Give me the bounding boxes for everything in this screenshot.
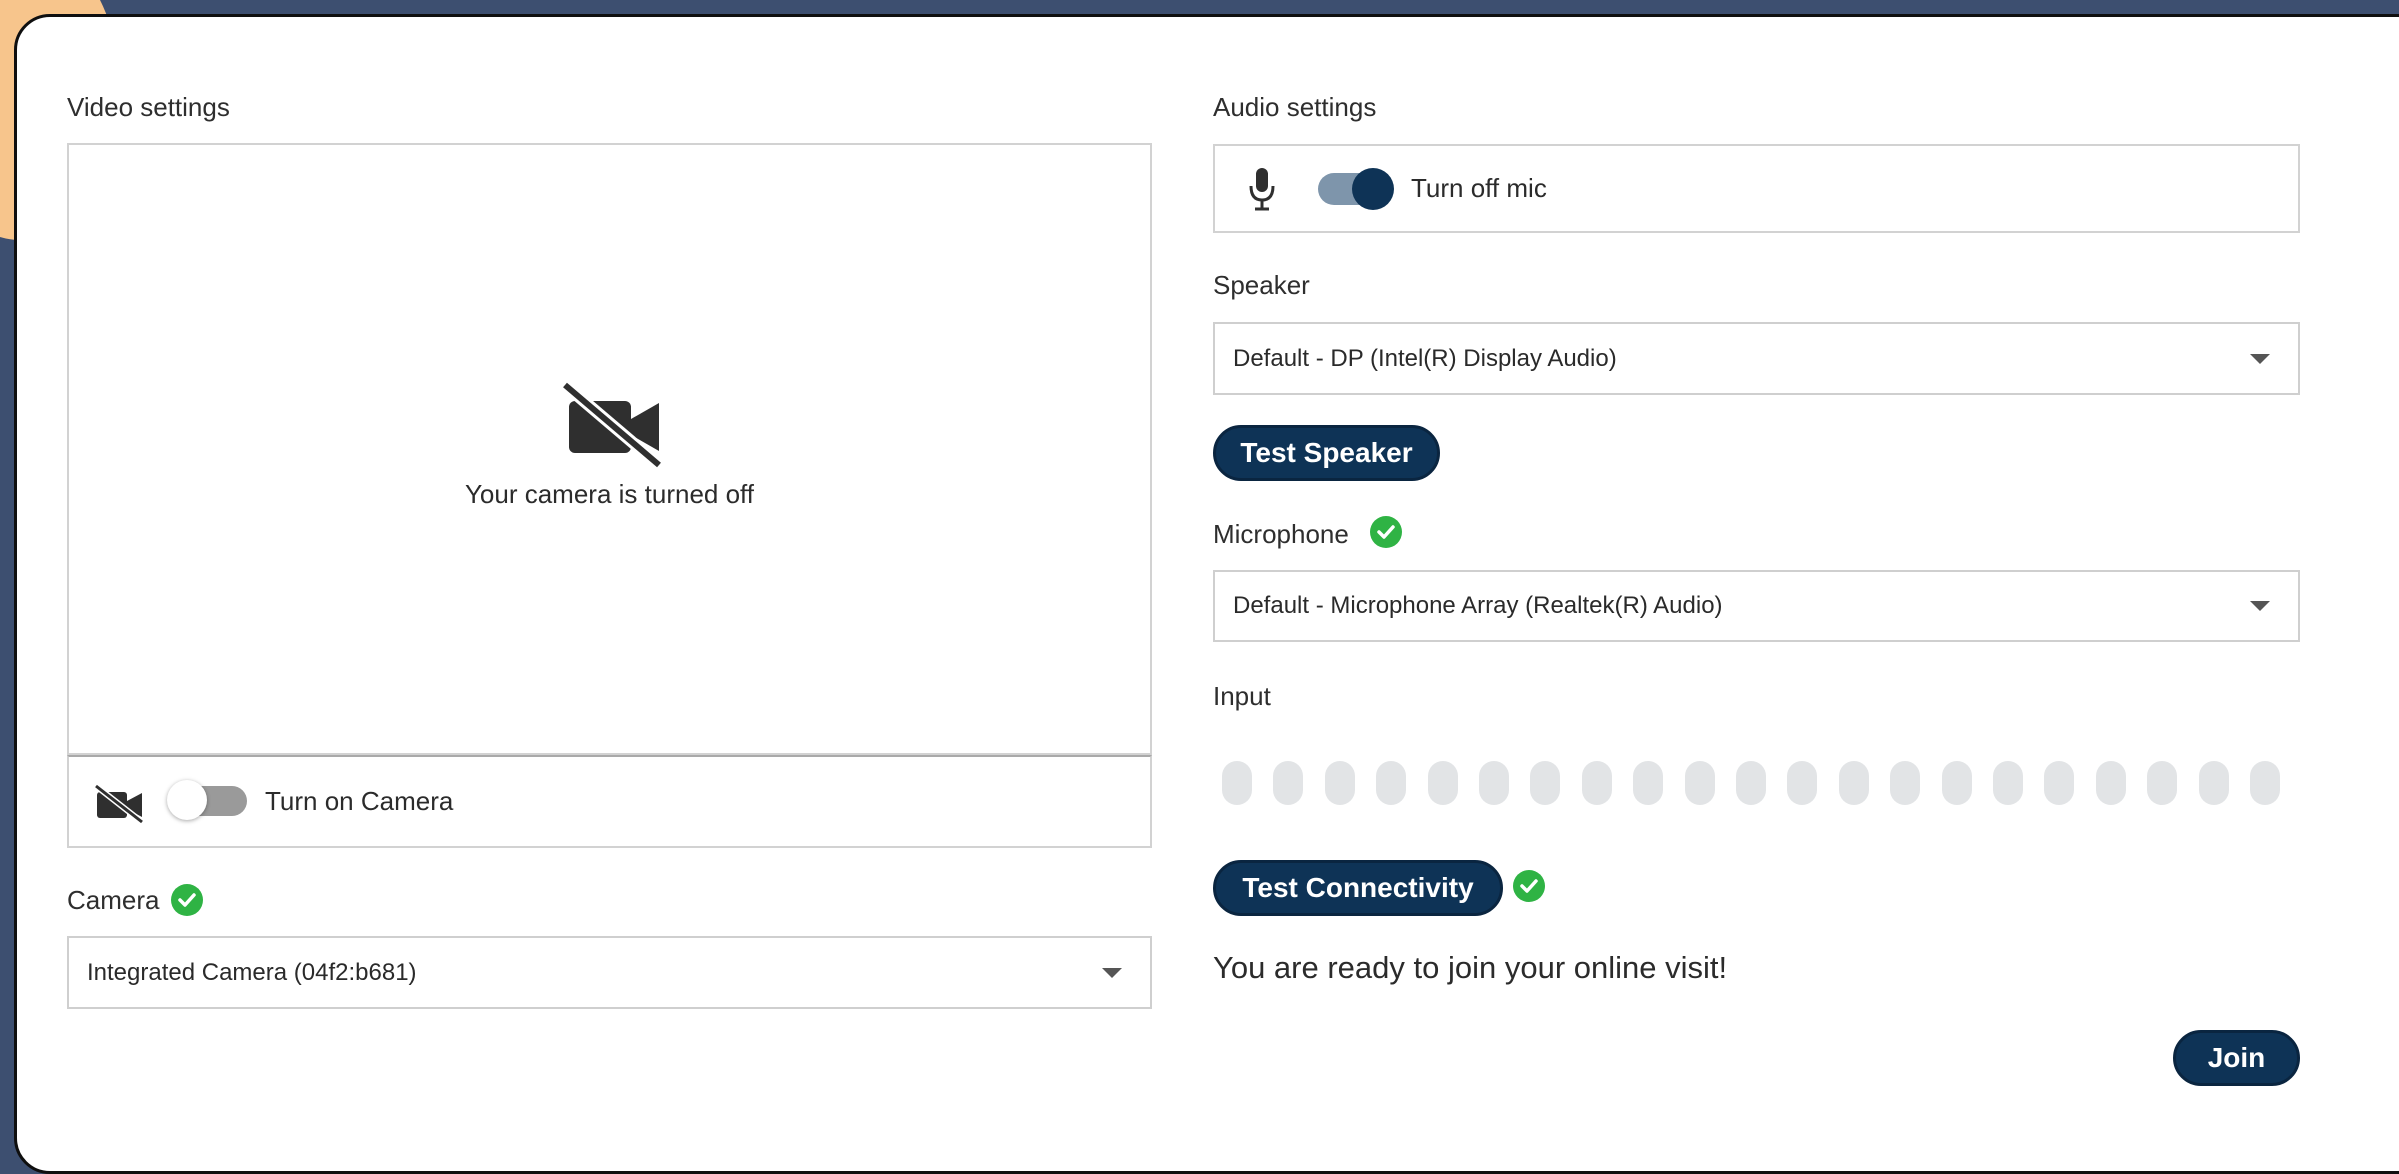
- camera-off-message: Your camera is turned off: [464, 479, 755, 509]
- connectivity-check-icon: [1513, 870, 1545, 902]
- mic-toggle-knob: [1352, 168, 1394, 210]
- microphone-icon: [1249, 168, 1275, 211]
- test-speaker-label: Test Speaker: [1240, 437, 1413, 468]
- input-label: Input: [1213, 681, 1271, 711]
- input-level-segment: [1890, 761, 1921, 805]
- test-speaker-button[interactable]: Test Speaker: [1213, 425, 1440, 481]
- camera-toggle[interactable]: [167, 780, 247, 820]
- chevron-down-icon: [2250, 601, 2270, 611]
- input-level-segment: [1838, 761, 1869, 805]
- microphone-select-value: Default - Microphone Array (Realtek(R) A…: [1233, 592, 1723, 619]
- camera-toggle-knob: [167, 780, 207, 820]
- chevron-down-icon: [1102, 967, 1122, 978]
- camera-label: Camera: [67, 885, 160, 915]
- input-level-segment: [1736, 761, 1766, 805]
- input-level-segment: [1324, 761, 1355, 805]
- input-level-segment: [1993, 761, 2023, 805]
- join-button[interactable]: Join: [2173, 1030, 2300, 1086]
- microphone-check-icon: [1370, 516, 1402, 548]
- input-level-segment: [2198, 761, 2229, 805]
- input-level-segment: [1941, 761, 1972, 805]
- microphone-label: Microphone: [1213, 519, 1349, 549]
- video-settings-title: Video settings: [67, 92, 230, 122]
- input-level-segment: [2250, 761, 2280, 805]
- mic-toggle-label: Turn off mic: [1411, 173, 1547, 203]
- speaker-label: Speaker: [1213, 270, 1310, 300]
- ready-message: You are ready to join your online visit!: [1213, 950, 1728, 985]
- input-level-segment: [1427, 761, 1458, 805]
- input-level-segment: [1633, 761, 1664, 805]
- input-level-segment: [1581, 761, 1612, 805]
- mic-toggle[interactable]: [1318, 168, 1394, 210]
- input-level-segment: [2044, 761, 2075, 805]
- input-level-segment: [1376, 761, 1407, 805]
- input-level-segment: [1479, 761, 1509, 805]
- camera-select-value: Integrated Camera (04f2:b681): [87, 958, 417, 986]
- input-level-segment: [1684, 761, 1715, 805]
- test-connectivity-button[interactable]: Test Connectivity: [1213, 860, 1503, 916]
- audio-settings-title: Audio settings: [1213, 92, 1377, 122]
- input-level-meter: [1222, 761, 2282, 805]
- video-preview: Your camera is turned off: [67, 143, 1152, 755]
- speaker-select-value: Default - DP (Intel(R) Display Audio): [1233, 344, 1617, 372]
- input-level-segment: [1530, 761, 1561, 805]
- join-label: Join: [2207, 1042, 2266, 1073]
- microphone-select[interactable]: Default - Microphone Array (Realtek(R) A…: [1213, 570, 2300, 642]
- test-connectivity-label: Test Connectivity: [1242, 872, 1474, 903]
- chevron-down-icon: [2250, 353, 2270, 364]
- input-level-segment: [1787, 761, 1818, 805]
- input-level-segment: [1222, 761, 1252, 805]
- camera-select[interactable]: Integrated Camera (04f2:b681): [67, 936, 1152, 1009]
- input-level-segment: [1273, 761, 1304, 805]
- input-level-segment: [2147, 761, 2178, 805]
- mic-toggle-bar: Turn off mic: [1213, 144, 2300, 233]
- camera-toggle-label: Turn on Camera: [265, 786, 454, 816]
- camera-off-small-icon: [94, 784, 144, 824]
- speaker-select[interactable]: Default - DP (Intel(R) Display Audio): [1213, 322, 2300, 395]
- camera-check-icon: [171, 884, 203, 916]
- input-level-segment: [2095, 761, 2126, 805]
- camera-toggle-bar: Turn on Camera: [67, 755, 1152, 848]
- camera-off-icon: [561, 381, 663, 469]
